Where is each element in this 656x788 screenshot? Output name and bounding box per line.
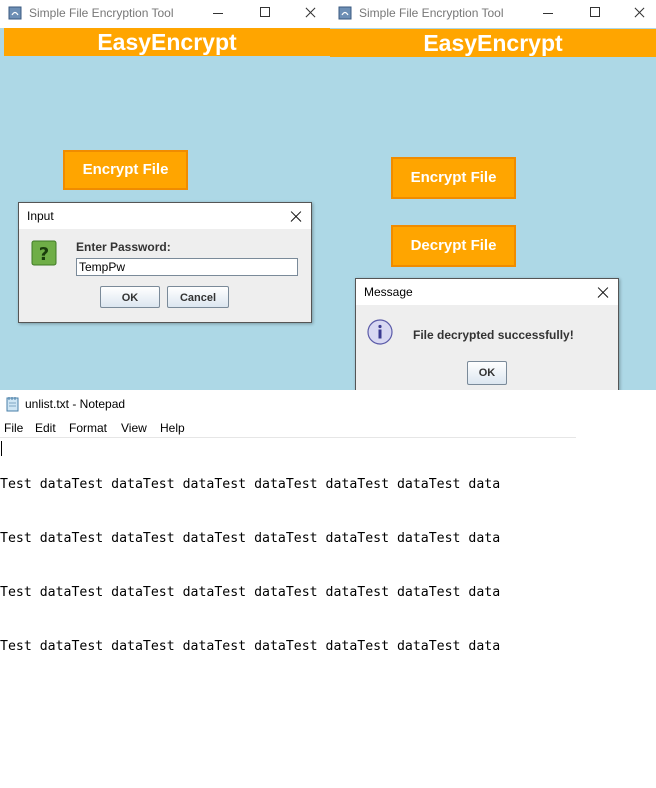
maximize-icon[interactable]	[585, 4, 605, 22]
close-icon[interactable]	[301, 4, 321, 22]
text-cursor	[1, 441, 2, 456]
ok-button[interactable]: OK	[100, 286, 160, 308]
cancel-button[interactable]: Cancel	[167, 286, 229, 308]
notepad-text-area[interactable]: Test dataTest dataTest dataTest dataTest…	[0, 440, 500, 674]
right-app-window: Simple File Encryption Tool EasyEncrypt …	[330, 0, 656, 390]
input-dialog: Input ? Enter Password: TempPw OK Cancel	[18, 202, 312, 323]
text-line: Test dataTest dataTest dataTest dataTest…	[0, 477, 501, 492]
close-icon[interactable]	[594, 283, 612, 301]
minimize-icon[interactable]	[208, 4, 228, 22]
ok-button[interactable]: OK	[467, 361, 507, 385]
java-app-icon	[8, 6, 22, 20]
text-line: Test dataTest dataTest dataTest dataTest…	[0, 585, 501, 600]
input-dialog-title-bar[interactable]: Input	[19, 203, 311, 229]
minimize-icon[interactable]	[538, 4, 558, 22]
close-icon[interactable]	[630, 4, 650, 22]
menu-view[interactable]: View	[121, 421, 147, 435]
menu-edit[interactable]: Edit	[35, 421, 56, 435]
message-dialog-title-bar[interactable]: Message	[356, 279, 618, 305]
decrypt-file-button[interactable]: Decrypt File	[391, 225, 516, 267]
message-dialog: Message File decrypted successfully! OK	[355, 278, 619, 390]
password-input-value: TempPw	[79, 260, 126, 274]
right-title-bar[interactable]: Simple File Encryption Tool	[330, 0, 656, 28]
password-prompt-label: Enter Password:	[76, 240, 171, 254]
message-text: File decrypted successfully!	[413, 328, 574, 342]
message-dialog-title: Message	[364, 285, 413, 299]
menu-format[interactable]: Format	[69, 421, 107, 435]
svg-text:?: ?	[39, 244, 49, 265]
menu-file[interactable]: File	[4, 421, 23, 435]
notepad-icon	[6, 397, 19, 412]
close-icon[interactable]	[287, 207, 305, 225]
app-banner: EasyEncrypt	[4, 28, 330, 56]
left-app-window: Simple File Encryption Tool EasyEncrypt …	[0, 0, 330, 390]
right-window-title: Simple File Encryption Tool	[359, 6, 504, 20]
notepad-window-title: unlist.txt - Notepad	[25, 397, 126, 411]
left-title-bar[interactable]: Simple File Encryption Tool	[0, 0, 330, 28]
encrypt-file-button[interactable]: Encrypt File	[391, 157, 516, 199]
app-banner: EasyEncrypt	[330, 29, 656, 57]
java-app-icon	[338, 6, 352, 20]
password-input[interactable]: TempPw	[76, 258, 298, 276]
info-icon	[367, 319, 393, 345]
menu-help[interactable]: Help	[160, 421, 185, 435]
menu-divider	[0, 437, 576, 438]
maximize-icon[interactable]	[255, 4, 275, 22]
question-icon: ?	[31, 240, 57, 266]
text-line: Test dataTest dataTest dataTest dataTest…	[0, 531, 501, 546]
left-window-title: Simple File Encryption Tool	[29, 6, 174, 20]
input-dialog-title: Input	[27, 209, 54, 223]
text-line: Test dataTest dataTest dataTest dataTest…	[0, 639, 501, 654]
notepad-title-bar[interactable]: unlist.txt - Notepad	[0, 390, 656, 418]
encrypt-file-button[interactable]: Encrypt File	[63, 150, 188, 190]
